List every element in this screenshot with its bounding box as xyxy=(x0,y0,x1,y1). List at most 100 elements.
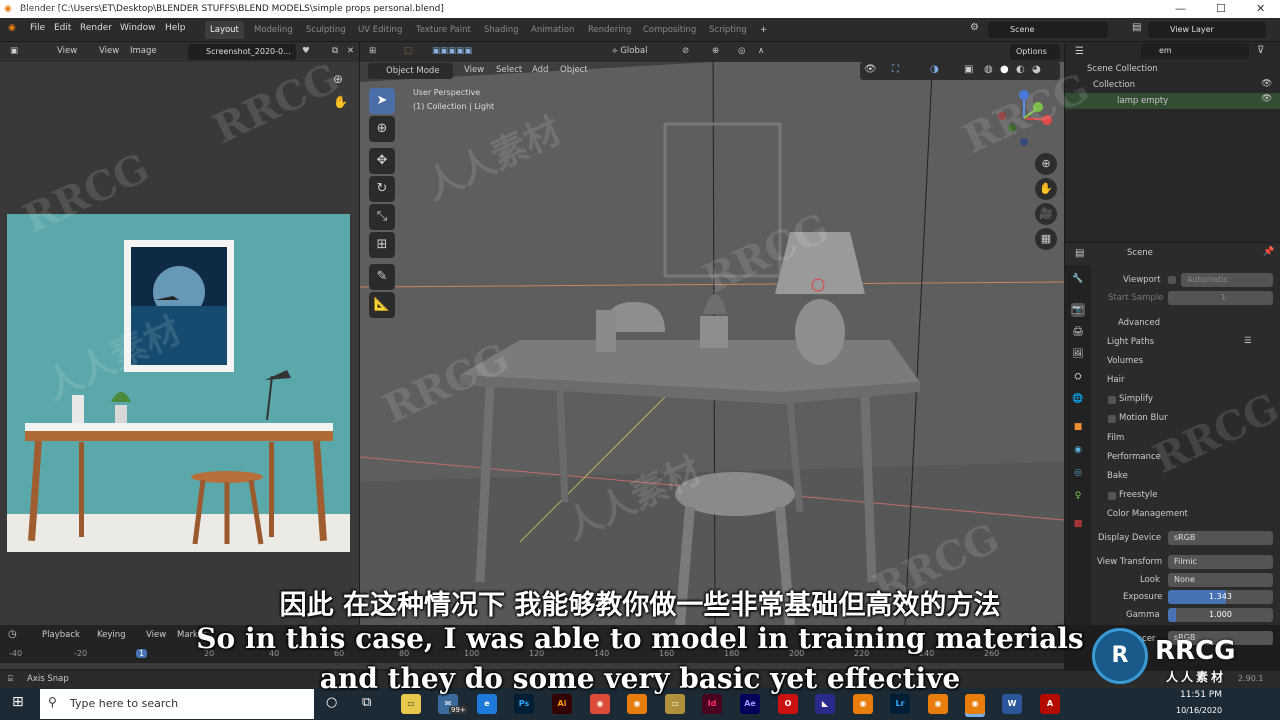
tab-texture-paint[interactable]: Texture Paint xyxy=(411,21,476,39)
pan-view-icon[interactable]: ✋ xyxy=(1035,178,1057,200)
view-layer-selector[interactable]: View Layer xyxy=(1148,22,1266,38)
collection-visibility-icon[interactable]: 👁 xyxy=(1261,79,1272,89)
image-view-menu-2[interactable]: View xyxy=(99,46,119,56)
options-menu[interactable]: Options xyxy=(1010,44,1060,60)
transform-orientation[interactable]: ⟡ Global xyxy=(612,46,647,56)
cursor-tool-icon[interactable]: ⊕ xyxy=(369,116,395,142)
close-button[interactable]: ✕ xyxy=(1256,0,1265,18)
view-layer-tab-icon[interactable]: 🖼 xyxy=(1071,347,1085,361)
panel-hair[interactable]: Hair xyxy=(1107,375,1124,385)
tab-uv-editing[interactable]: UV Editing xyxy=(353,21,407,39)
rotate-tool-icon[interactable]: ↻ xyxy=(369,176,395,202)
panel-volumes[interactable]: Volumes xyxy=(1107,356,1143,366)
file-explorer-icon[interactable]: ▭ xyxy=(401,694,421,714)
physics-tab-icon[interactable]: ◎ xyxy=(1071,466,1085,480)
word-icon[interactable]: W xyxy=(1002,694,1022,714)
close-image-icon[interactable]: ✕ xyxy=(347,46,354,56)
solid-shading-icon[interactable]: ● xyxy=(1000,64,1009,75)
maximize-button[interactable]: ☐ xyxy=(1216,0,1226,18)
panel-light-paths[interactable]: Light Paths xyxy=(1107,337,1154,347)
editor-type-icon[interactable]: ▣ xyxy=(10,46,18,56)
scale-tool-icon[interactable]: ⤡ xyxy=(369,204,395,230)
viewport-denoise-checkbox[interactable] xyxy=(1168,276,1176,284)
motion-blur-checkbox[interactable] xyxy=(1108,415,1116,423)
files-icon[interactable]: ▭ xyxy=(665,694,685,714)
object-tab-icon[interactable]: ■ xyxy=(1071,420,1085,434)
zoom-view-icon[interactable]: ⊕ xyxy=(1035,153,1057,175)
material-shading-icon[interactable]: ◐ xyxy=(1016,64,1025,75)
viewport-select-menu[interactable]: Select xyxy=(496,65,522,75)
scene-selector[interactable]: Scene xyxy=(988,22,1108,38)
menu-file[interactable]: File xyxy=(30,23,45,33)
panel-list-icon[interactable]: ☰ xyxy=(1244,336,1252,346)
tab-rendering[interactable]: Rendering xyxy=(583,21,636,39)
acrobat-icon[interactable]: A xyxy=(1040,694,1060,714)
view-transform-dropdown[interactable]: Filmic xyxy=(1168,555,1273,569)
tab-compositing[interactable]: Compositing xyxy=(638,21,701,39)
new-image-icon[interactable]: ⧉ xyxy=(332,46,338,56)
3d-viewport[interactable] xyxy=(360,42,1064,625)
image-selector[interactable]: Screenshot_2020-0... xyxy=(188,44,296,60)
image-view-menu[interactable]: View xyxy=(57,46,77,56)
properties-editor-icon[interactable]: ▤ xyxy=(1075,248,1084,259)
outliner-row-lamp-empty[interactable]: lamp empty 👁 xyxy=(1065,93,1280,109)
simplify-checkbox[interactable] xyxy=(1108,396,1116,404)
panel-color-management[interactable]: Color Management xyxy=(1107,509,1188,519)
hand-pan-icon[interactable]: ✋ xyxy=(333,95,348,109)
output-tab-icon[interactable]: 🖨 xyxy=(1071,325,1085,339)
viewport-view-menu[interactable]: View xyxy=(464,65,484,75)
modifier-tab-icon[interactable]: ◉ xyxy=(1071,443,1085,457)
blender-taskbar-icon-2[interactable]: ◉ xyxy=(853,694,873,714)
lamp-visibility-icon[interactable]: 👁 xyxy=(1261,94,1272,104)
blender-taskbar-icon-3[interactable]: ◉ xyxy=(928,694,948,714)
chrome-icon[interactable]: ◉ xyxy=(590,694,610,714)
indesign-icon[interactable]: Id xyxy=(702,694,722,714)
menu-window[interactable]: Window xyxy=(120,23,156,33)
scene-tab-icon[interactable]: ⛭ xyxy=(1071,370,1085,384)
outliner-search-input[interactable]: em xyxy=(1141,43,1249,59)
viewport-denoiser-dropdown[interactable]: Automatic xyxy=(1181,273,1273,287)
annotate-tool-icon[interactable]: ✎ xyxy=(369,264,395,290)
select-box-icon[interactable]: ⬚ xyxy=(404,46,412,56)
transform-tool-icon[interactable]: ⊞ xyxy=(369,232,395,258)
display-device-dropdown[interactable]: sRGB xyxy=(1168,531,1273,545)
tab-layout[interactable]: Layout xyxy=(205,21,244,39)
cortana-icon[interactable]: ○ xyxy=(326,695,337,710)
blender-taskbar-icon[interactable]: ◉ xyxy=(627,694,647,714)
navigation-gizmo[interactable] xyxy=(992,86,1056,150)
gizmo-toggle-icon[interactable]: ⛶ xyxy=(892,64,899,75)
panel-freestyle[interactable]: Freestyle xyxy=(1119,490,1157,500)
tab-sculpting[interactable]: Sculpting xyxy=(301,21,351,39)
object-mode-selector[interactable]: Object Mode xyxy=(368,63,453,79)
blender-menu-icon[interactable]: ◉ xyxy=(8,23,16,33)
scene-collection-label[interactable]: Scene Collection xyxy=(1087,64,1158,74)
panel-bake[interactable]: Bake xyxy=(1107,471,1128,481)
blender-taskbar-icon-active[interactable]: ◉ xyxy=(965,694,985,714)
panel-motion-blur[interactable]: Motion Blur xyxy=(1119,413,1168,423)
move-tool-icon[interactable]: ✥ xyxy=(369,148,395,174)
zoom-icon[interactable]: ⊕ xyxy=(333,72,343,86)
menu-edit[interactable]: Edit xyxy=(54,23,71,33)
selection-mode-icons[interactable]: ▣▣▣▣▣ xyxy=(432,46,472,56)
add-workspace-button[interactable]: + xyxy=(755,21,772,39)
panel-simplify[interactable]: Simplify xyxy=(1119,394,1153,404)
tab-scripting[interactable]: Scripting xyxy=(704,21,752,39)
measure-tool-icon[interactable]: 📐 xyxy=(369,292,395,318)
filter-icon[interactable]: ⊽ xyxy=(1257,45,1264,56)
viewport-object-menu[interactable]: Object xyxy=(560,65,588,75)
tab-animation[interactable]: Animation xyxy=(526,21,579,39)
viewport-editor-type-icon[interactable]: ⊞ xyxy=(369,46,376,56)
photoshop-icon[interactable]: Ps xyxy=(514,694,534,714)
tab-shading[interactable]: Shading xyxy=(479,21,524,39)
tab-modeling[interactable]: Modeling xyxy=(249,21,298,39)
menu-render[interactable]: Render xyxy=(80,23,112,33)
camera-view-icon[interactable]: 🎥 xyxy=(1035,203,1057,225)
select-tool-icon[interactable]: ➤ xyxy=(369,88,395,114)
snap-icon[interactable]: ⊕ xyxy=(712,46,719,56)
texture-tab-icon[interactable]: ▩ xyxy=(1071,517,1085,531)
visibility-icon[interactable]: 👁 xyxy=(864,64,877,75)
perspective-toggle-icon[interactable]: ▦ xyxy=(1035,228,1057,250)
world-tab-icon[interactable]: 🌐 xyxy=(1071,392,1085,406)
outliner-editor-icon[interactable]: ☰ xyxy=(1075,46,1084,57)
rendered-shading-icon[interactable]: ◕ xyxy=(1032,64,1041,75)
